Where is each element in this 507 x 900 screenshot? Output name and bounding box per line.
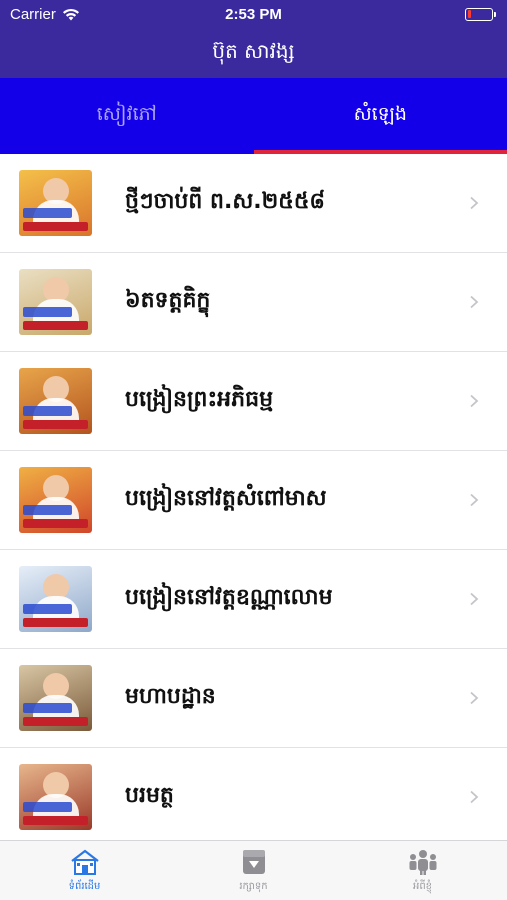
tabbar-about-label: អំពីខ្ញុំ — [412, 880, 433, 892]
list-item[interactable]: បង្រៀននៅវត្តសំពៅមាស — [0, 451, 507, 550]
thumbnail-title-band — [23, 703, 72, 713]
thumbnail-caption-band — [23, 420, 88, 429]
list-item[interactable]: ថ្មីៗចាប់ពី ព.ស.២៥៥៨ — [0, 154, 507, 253]
list-item-label: ថ្មីៗចាប់ពី ព.ស.២៥៥៨ — [125, 189, 326, 214]
tab-audio[interactable]: សំឡេង — [253, 78, 507, 154]
list-item[interactable]: បរមត្ថ — [0, 748, 507, 840]
thumbnail-title-band — [23, 604, 72, 614]
list-item-thumbnail — [19, 665, 92, 731]
list-item-label: មហាបដ្ឋាន — [125, 684, 216, 709]
thumbnail-title-band — [23, 208, 72, 218]
list-item[interactable]: បង្រៀននៅវត្តឧណ្ណាលោម — [0, 550, 507, 649]
list-item[interactable]: មហាបដ្ឋាន — [0, 649, 507, 748]
list-item-thumbnail — [19, 368, 92, 434]
thumbnail-caption-band — [23, 519, 88, 528]
thumbnail-caption-band — [23, 321, 88, 330]
tabbar-saved-label: រក្សាទុក — [239, 880, 268, 892]
status-bar: Carrier 2:53 PM — [0, 0, 507, 28]
list-item-thumbnail — [19, 269, 92, 335]
list-item-thumbnail — [19, 764, 92, 830]
list-item-label: បង្រៀននៅវត្តសំពៅមាស — [125, 486, 327, 511]
list-item-label: ៦តទត្តគិក្ខុ — [125, 288, 211, 313]
tabbar-item-about[interactable]: អំពីខ្ញុំ — [338, 841, 507, 900]
tabbar-item-saved[interactable]: រក្សាទុក — [169, 841, 338, 900]
chevron-right-icon — [470, 691, 479, 705]
list-item[interactable]: ៦តទត្តគិក្ខុ — [0, 253, 507, 352]
tab-books-label: សៀវភៅ — [96, 103, 157, 125]
thumbnail-title-band — [23, 307, 72, 317]
chevron-right-icon — [470, 196, 479, 210]
wifi-icon — [62, 8, 79, 20]
tab-books[interactable]: សៀវភៅ — [0, 78, 254, 154]
navigation-bar: ប៊ុត សាវង្ស — [0, 28, 507, 78]
page-title: ប៊ុត សាវង្ស — [212, 39, 295, 63]
chevron-right-icon — [470, 295, 479, 309]
thumbnail-caption-band — [23, 717, 88, 726]
chevron-right-icon — [470, 493, 479, 507]
thumbnail-caption-band — [23, 816, 88, 825]
thumbnail-title-band — [23, 406, 72, 416]
thumbnail-title-band — [23, 802, 72, 812]
battery-level — [467, 10, 471, 18]
tabbar-home-label: ទំព័រដើម — [68, 880, 101, 892]
list-item-label: បរមត្ថ — [125, 783, 174, 808]
segment-tabs: សៀវភៅ សំឡេង — [0, 78, 507, 154]
bottom-tab-bar: ទំព័រដើម រក្សាទុក អំពីខ្ញុំ — [0, 840, 507, 900]
chevron-right-icon — [470, 394, 479, 408]
battery-icon — [465, 7, 496, 21]
tab-audio-label: សំឡេង — [353, 103, 407, 125]
chevron-right-icon — [470, 790, 479, 804]
download-icon — [242, 849, 265, 874]
tabbar-item-home[interactable]: ទំព័រដើម — [0, 841, 169, 900]
carrier-info: Carrier — [10, 6, 80, 23]
people-icon — [409, 849, 436, 875]
thumbnail-caption-band — [23, 618, 88, 627]
list-item-thumbnail — [19, 170, 92, 236]
list-item-thumbnail — [19, 467, 92, 533]
list-item-label: បង្រៀនព្រះអភិធម្ម — [125, 387, 274, 412]
list-item-label: បង្រៀននៅវត្តឧណ្ណាលោម — [125, 585, 333, 610]
list-item[interactable]: បង្រៀនព្រះអភិធម្ម — [0, 352, 507, 451]
thumbnail-title-band — [23, 505, 72, 515]
chevron-right-icon — [470, 592, 479, 606]
list-item-thumbnail — [19, 566, 92, 632]
audio-category-list: ថ្មីៗចាប់ពី ព.ស.២៥៥៨៦តទត្តគិក្ខុបង្រៀនព្… — [0, 154, 507, 840]
carrier-label: Carrier — [10, 5, 56, 23]
home-icon — [70, 849, 99, 875]
thumbnail-caption-band — [23, 222, 88, 231]
